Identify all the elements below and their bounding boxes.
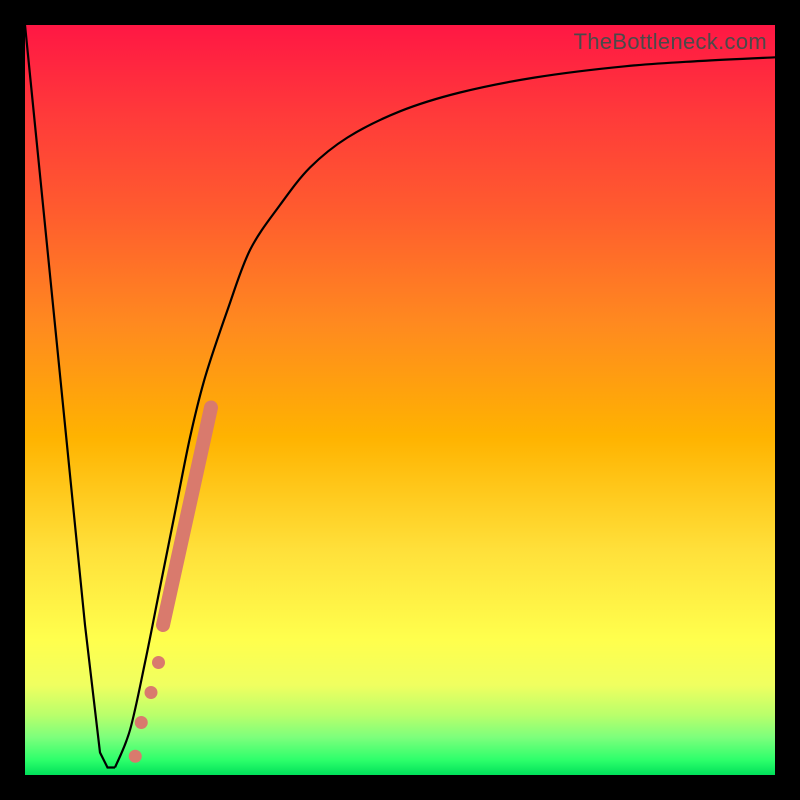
marker-dot [145, 686, 158, 699]
marker-bar [163, 408, 211, 626]
marker-dot [129, 750, 142, 763]
chart-svg [25, 25, 775, 775]
marker-dot [152, 656, 165, 669]
chart-plot-area: TheBottleneck.com [25, 25, 775, 775]
marker-dot [135, 716, 148, 729]
chart-frame: TheBottleneck.com [0, 0, 800, 800]
curve-left [25, 25, 115, 768]
